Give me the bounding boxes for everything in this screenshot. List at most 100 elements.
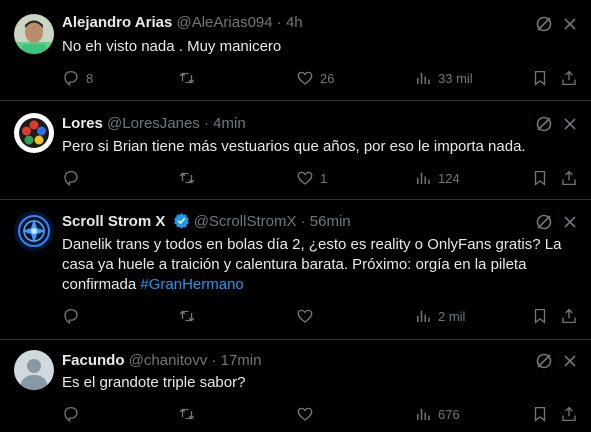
tweet-header: Scroll Strom X @ScrollStromX · 56min (62, 212, 351, 233)
action-bar: 676 (62, 404, 582, 424)
heart-icon (297, 309, 313, 323)
separator: · (300, 213, 306, 230)
reply-count: 8 (86, 70, 94, 86)
retweet-button[interactable] (178, 404, 202, 424)
grok-icon[interactable] (535, 352, 553, 370)
tweet[interactable]: Lores @LoresJanes · 4min Pero si Brian t… (0, 101, 591, 200)
like-button[interactable]: 26 (296, 68, 334, 88)
heart-icon (297, 407, 313, 421)
author-handle[interactable]: @LoresJanes (107, 115, 200, 132)
more-icon[interactable] (561, 15, 579, 33)
retweet-icon (179, 408, 195, 420)
author-name[interactable]: Alejandro Arias (62, 14, 172, 31)
like-button[interactable] (296, 404, 320, 424)
separator: · (276, 14, 282, 31)
author-handle[interactable]: @chanitovv (129, 352, 208, 369)
bookmark-icon (534, 70, 546, 86)
share-button[interactable] (560, 404, 578, 424)
share-button[interactable] (560, 306, 578, 326)
tweet-header: Lores @LoresJanes · 4min (62, 115, 246, 132)
view-count: 2 mil (438, 308, 466, 324)
action-bar: 8 26 33 mil (62, 68, 582, 88)
retweet-icon (179, 310, 195, 322)
bookmark-button[interactable] (531, 404, 549, 424)
grok-icon[interactable] (535, 15, 553, 33)
author-name[interactable]: Scroll Strom X (62, 213, 165, 230)
views-button[interactable]: 676 (414, 404, 460, 424)
like-count: 1 (320, 170, 328, 186)
tweet[interactable]: Facundo @chanitovv · 17min Es el grandot… (0, 340, 591, 432)
tweet[interactable]: Alejandro Arias @AleArias094 · 4h No eh … (0, 0, 591, 101)
views-icon (417, 408, 430, 420)
retweet-button[interactable] (178, 306, 202, 326)
views-button[interactable]: 33 mil (414, 68, 473, 88)
tweet-text: Pero si Brian tiene más vestuarios que a… (62, 138, 526, 155)
reply-icon (64, 70, 78, 86)
tweet-text: Danelik trans y todos en bolas día 2, ¿e… (62, 235, 577, 295)
bookmark-icon (534, 406, 546, 422)
heart-icon (297, 171, 313, 185)
reply-button[interactable]: 8 (62, 68, 93, 88)
reply-button[interactable] (62, 168, 86, 188)
tweet-text: No eh visto nada . Muy manicero (62, 38, 282, 55)
timestamp[interactable]: 56min (310, 213, 351, 230)
share-icon (562, 70, 576, 86)
more-icon[interactable] (561, 352, 579, 370)
author-name[interactable]: Facundo (62, 352, 125, 369)
reply-button[interactable] (62, 404, 86, 424)
reply-icon (64, 406, 78, 422)
avatar[interactable] (14, 14, 54, 54)
separator: · (211, 352, 217, 369)
avatar[interactable] (14, 211, 54, 251)
author-handle[interactable]: @ScrollStromX (194, 213, 297, 230)
views-icon (417, 172, 430, 184)
view-count: 33 mil (438, 70, 473, 86)
retweet-button[interactable] (178, 68, 202, 88)
like-count: 26 (320, 70, 335, 86)
retweet-icon (179, 172, 195, 184)
share-icon (562, 308, 576, 324)
timestamp[interactable]: 4h (286, 14, 303, 31)
tweet-header: Facundo @chanitovv · 17min (62, 352, 261, 369)
more-icon[interactable] (561, 115, 579, 133)
bookmark-button[interactable] (531, 68, 549, 88)
separator: · (203, 115, 209, 132)
author-name[interactable]: Lores (62, 115, 103, 132)
tweet[interactable]: Scroll Strom X @ScrollStromX · 56min Dan… (0, 200, 591, 340)
views-icon (417, 310, 430, 322)
views-button[interactable]: 124 (414, 168, 460, 188)
bookmark-button[interactable] (531, 306, 549, 326)
tweet-text: Es el grandote triple sabor? (62, 374, 246, 391)
heart-icon (297, 71, 313, 85)
retweet-icon (179, 72, 195, 84)
reply-button[interactable] (62, 306, 86, 326)
avatar[interactable] (14, 113, 54, 153)
grok-icon[interactable] (535, 115, 553, 133)
retweet-button[interactable] (178, 168, 202, 188)
more-icon[interactable] (561, 213, 579, 231)
avatar[interactable] (14, 350, 54, 390)
bookmark-icon (534, 308, 546, 324)
bookmark-icon (534, 170, 546, 186)
tweet-header: Alejandro Arias @AleArias094 · 4h (62, 14, 303, 31)
tweet-body: Danelik trans y todos en bolas día 2, ¿e… (62, 236, 562, 293)
views-button[interactable]: 2 mil (414, 306, 465, 326)
timestamp[interactable]: 17min (221, 352, 262, 369)
like-button[interactable]: 1 (296, 168, 327, 188)
grok-icon[interactable] (535, 213, 553, 231)
reply-icon (64, 308, 78, 324)
action-bar: 2 mil (62, 306, 582, 326)
verified-badge-icon (173, 212, 190, 233)
share-icon (562, 406, 576, 422)
hashtag-link[interactable]: #GranHermano (140, 276, 243, 293)
share-button[interactable] (560, 68, 578, 88)
view-count: 124 (438, 170, 460, 186)
timestamp[interactable]: 4min (213, 115, 246, 132)
author-handle[interactable]: @AleArias094 (176, 14, 272, 31)
share-icon (562, 170, 576, 186)
bookmark-button[interactable] (531, 168, 549, 188)
views-icon (417, 72, 430, 84)
share-button[interactable] (560, 168, 578, 188)
reply-icon (64, 170, 78, 186)
like-button[interactable] (296, 306, 320, 326)
